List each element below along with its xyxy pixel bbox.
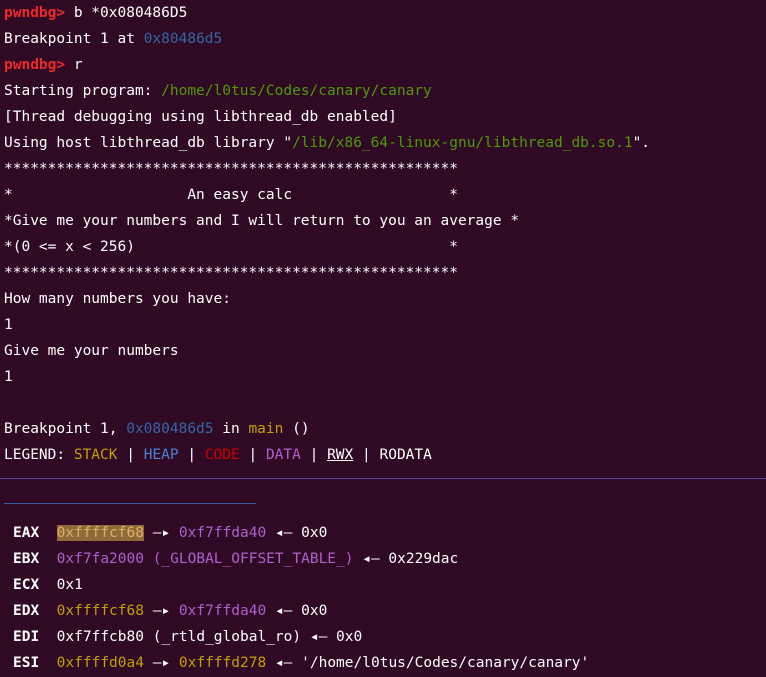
breakpoint-hit-suffix: () [283, 421, 310, 437]
output-line: ****************************************… [4, 265, 458, 281]
breakpoint-address: 0x80486d5 [143, 31, 223, 47]
register-row-edi: EDI 0xf7ffcb80 (_rtld_global_ro) ◂— 0x0 [13, 624, 362, 650]
register-value: 0xf7fa2000 (_GLOBAL_OFFSET_TABLE_) [56, 551, 354, 567]
register-value: 0xffffd0a4 [56, 655, 144, 671]
output-line: How many numbers you have: [4, 291, 231, 307]
command-line-run: pwndbg> r [4, 52, 83, 78]
legend-separator: | [117, 447, 144, 463]
register-row-esi: ESI 0xffffd0a4 —▸ 0xffffd278 ◂— '/home/l… [13, 650, 589, 676]
breakpoint-hit-text: Breakpoint 1, [4, 421, 127, 437]
register-row-ecx: ECX 0x1 [13, 572, 83, 598]
pointed-value: 0xf7ffda40 [178, 525, 267, 541]
register-row-edx: EDX 0xffffcf68 —▸ 0xf7ffda40 ◂— 0x0 [13, 598, 327, 624]
command-text: r [65, 57, 83, 73]
command-text: b *0x080486D5 [65, 5, 188, 21]
breakpoint-set-text: Breakpoint 1 at [4, 31, 144, 47]
output-line: *(0 <= x < 256) * [4, 239, 458, 255]
output-line: * An easy calc * [4, 187, 458, 203]
output-line: ****************************************… [4, 161, 458, 177]
library-path: /lib/x86_64-linux-gnu/libthread_db.so.1 [292, 135, 633, 151]
registers-header-rule [4, 503, 256, 504]
output-line: Give me your numbers [4, 343, 179, 359]
register-name: ESI [13, 655, 40, 671]
legend-stack: STACK [73, 447, 118, 463]
legend-code: CODE [204, 447, 240, 463]
breakpoint-hit-line: Breakpoint 1, 0x080486d5 in main () [4, 416, 310, 442]
pointed-value: 0xffffd278 [178, 655, 267, 671]
pointed-value: 0xf7ffda40 [178, 603, 267, 619]
host-library-line: Using host libthread_db library "/lib/x8… [4, 130, 650, 156]
breakpoint-hit-in: in [213, 421, 249, 437]
starting-program-text: Starting program: [4, 83, 162, 99]
breakpoint-set-line: Breakpoint 1 at 0x80486d5 [4, 26, 222, 52]
pointer-arrow: —▸ [143, 603, 179, 619]
legend-separator: | [178, 447, 205, 463]
deref-arrow: ◂— [266, 525, 302, 541]
legend-separator: | [239, 447, 266, 463]
command-line-breakpoint: pwndbg> b *0x080486D5 [4, 0, 187, 26]
register-row-ebx: EBX 0xf7fa2000 (_GLOBAL_OFFSET_TABLE_) ◂… [13, 546, 458, 572]
register-value: 0xffffcf68 [56, 525, 144, 541]
program-path: /home/l0tus/Codes/canary/canary [161, 83, 432, 99]
output-line: *Give me your numbers and I will return … [4, 213, 520, 229]
terminal-window[interactable]: pwndbg> b *0x080486D5 Breakpoint 1 at 0x… [0, 0, 766, 677]
register-value: 0xffffcf68 [56, 603, 144, 619]
legend-label: LEGEND: [4, 447, 74, 463]
deref-arrow: ◂— [266, 655, 302, 671]
thread-debug-line: [Thread debugging using libthread_db ena… [4, 109, 397, 125]
deref-arrow: ◂— [266, 603, 302, 619]
deref-value: '/home/l0tus/Codes/canary/canary' [301, 655, 590, 671]
legend-rodata: RODATA [379, 447, 432, 463]
deref-arrow: ◂— [301, 629, 337, 645]
register-row-eax: EAX 0xffffcf68 —▸ 0xf7ffda40 ◂— 0x0 [13, 520, 327, 546]
deref-value: 0x0 [301, 603, 328, 619]
legend-rwx: RWX [327, 447, 354, 463]
breakpoint-hit-address: 0x080486d5 [126, 421, 214, 437]
legend-separator: | [353, 447, 380, 463]
register-name: EDX [13, 603, 40, 619]
section-divider [0, 478, 766, 479]
pointer-arrow: —▸ [143, 525, 179, 541]
prompt: pwndbg> [4, 57, 66, 73]
legend-data: DATA [265, 447, 301, 463]
legend-line: LEGEND: STACK | HEAP | CODE | DATA | RWX… [4, 442, 432, 468]
output-line: 1 [4, 317, 13, 333]
starting-program-line: Starting program: /home/l0tus/Codes/cana… [4, 78, 432, 104]
deref-arrow: ◂— [353, 551, 389, 567]
pointer-arrow: —▸ [143, 655, 179, 671]
register-value: 0xf7ffcb80 (_rtld_global_ro) [56, 629, 302, 645]
register-value: 0x1 [56, 577, 83, 593]
legend-separator: | [300, 447, 328, 463]
deref-value: 0x0 [336, 629, 363, 645]
deref-value: 0x0 [301, 525, 328, 541]
output-line: 1 [4, 369, 13, 385]
deref-value: 0x229dac [388, 551, 459, 567]
host-library-text: Using host libthread_db library " [4, 135, 293, 151]
function-name: main [248, 421, 284, 437]
host-library-suffix: ". [632, 135, 651, 151]
register-name: EDI [13, 629, 40, 645]
legend-heap: HEAP [143, 447, 179, 463]
register-name: EBX [13, 551, 40, 567]
prompt: pwndbg> [4, 5, 66, 21]
register-name: ECX [13, 577, 40, 593]
register-name: EAX [13, 525, 40, 541]
